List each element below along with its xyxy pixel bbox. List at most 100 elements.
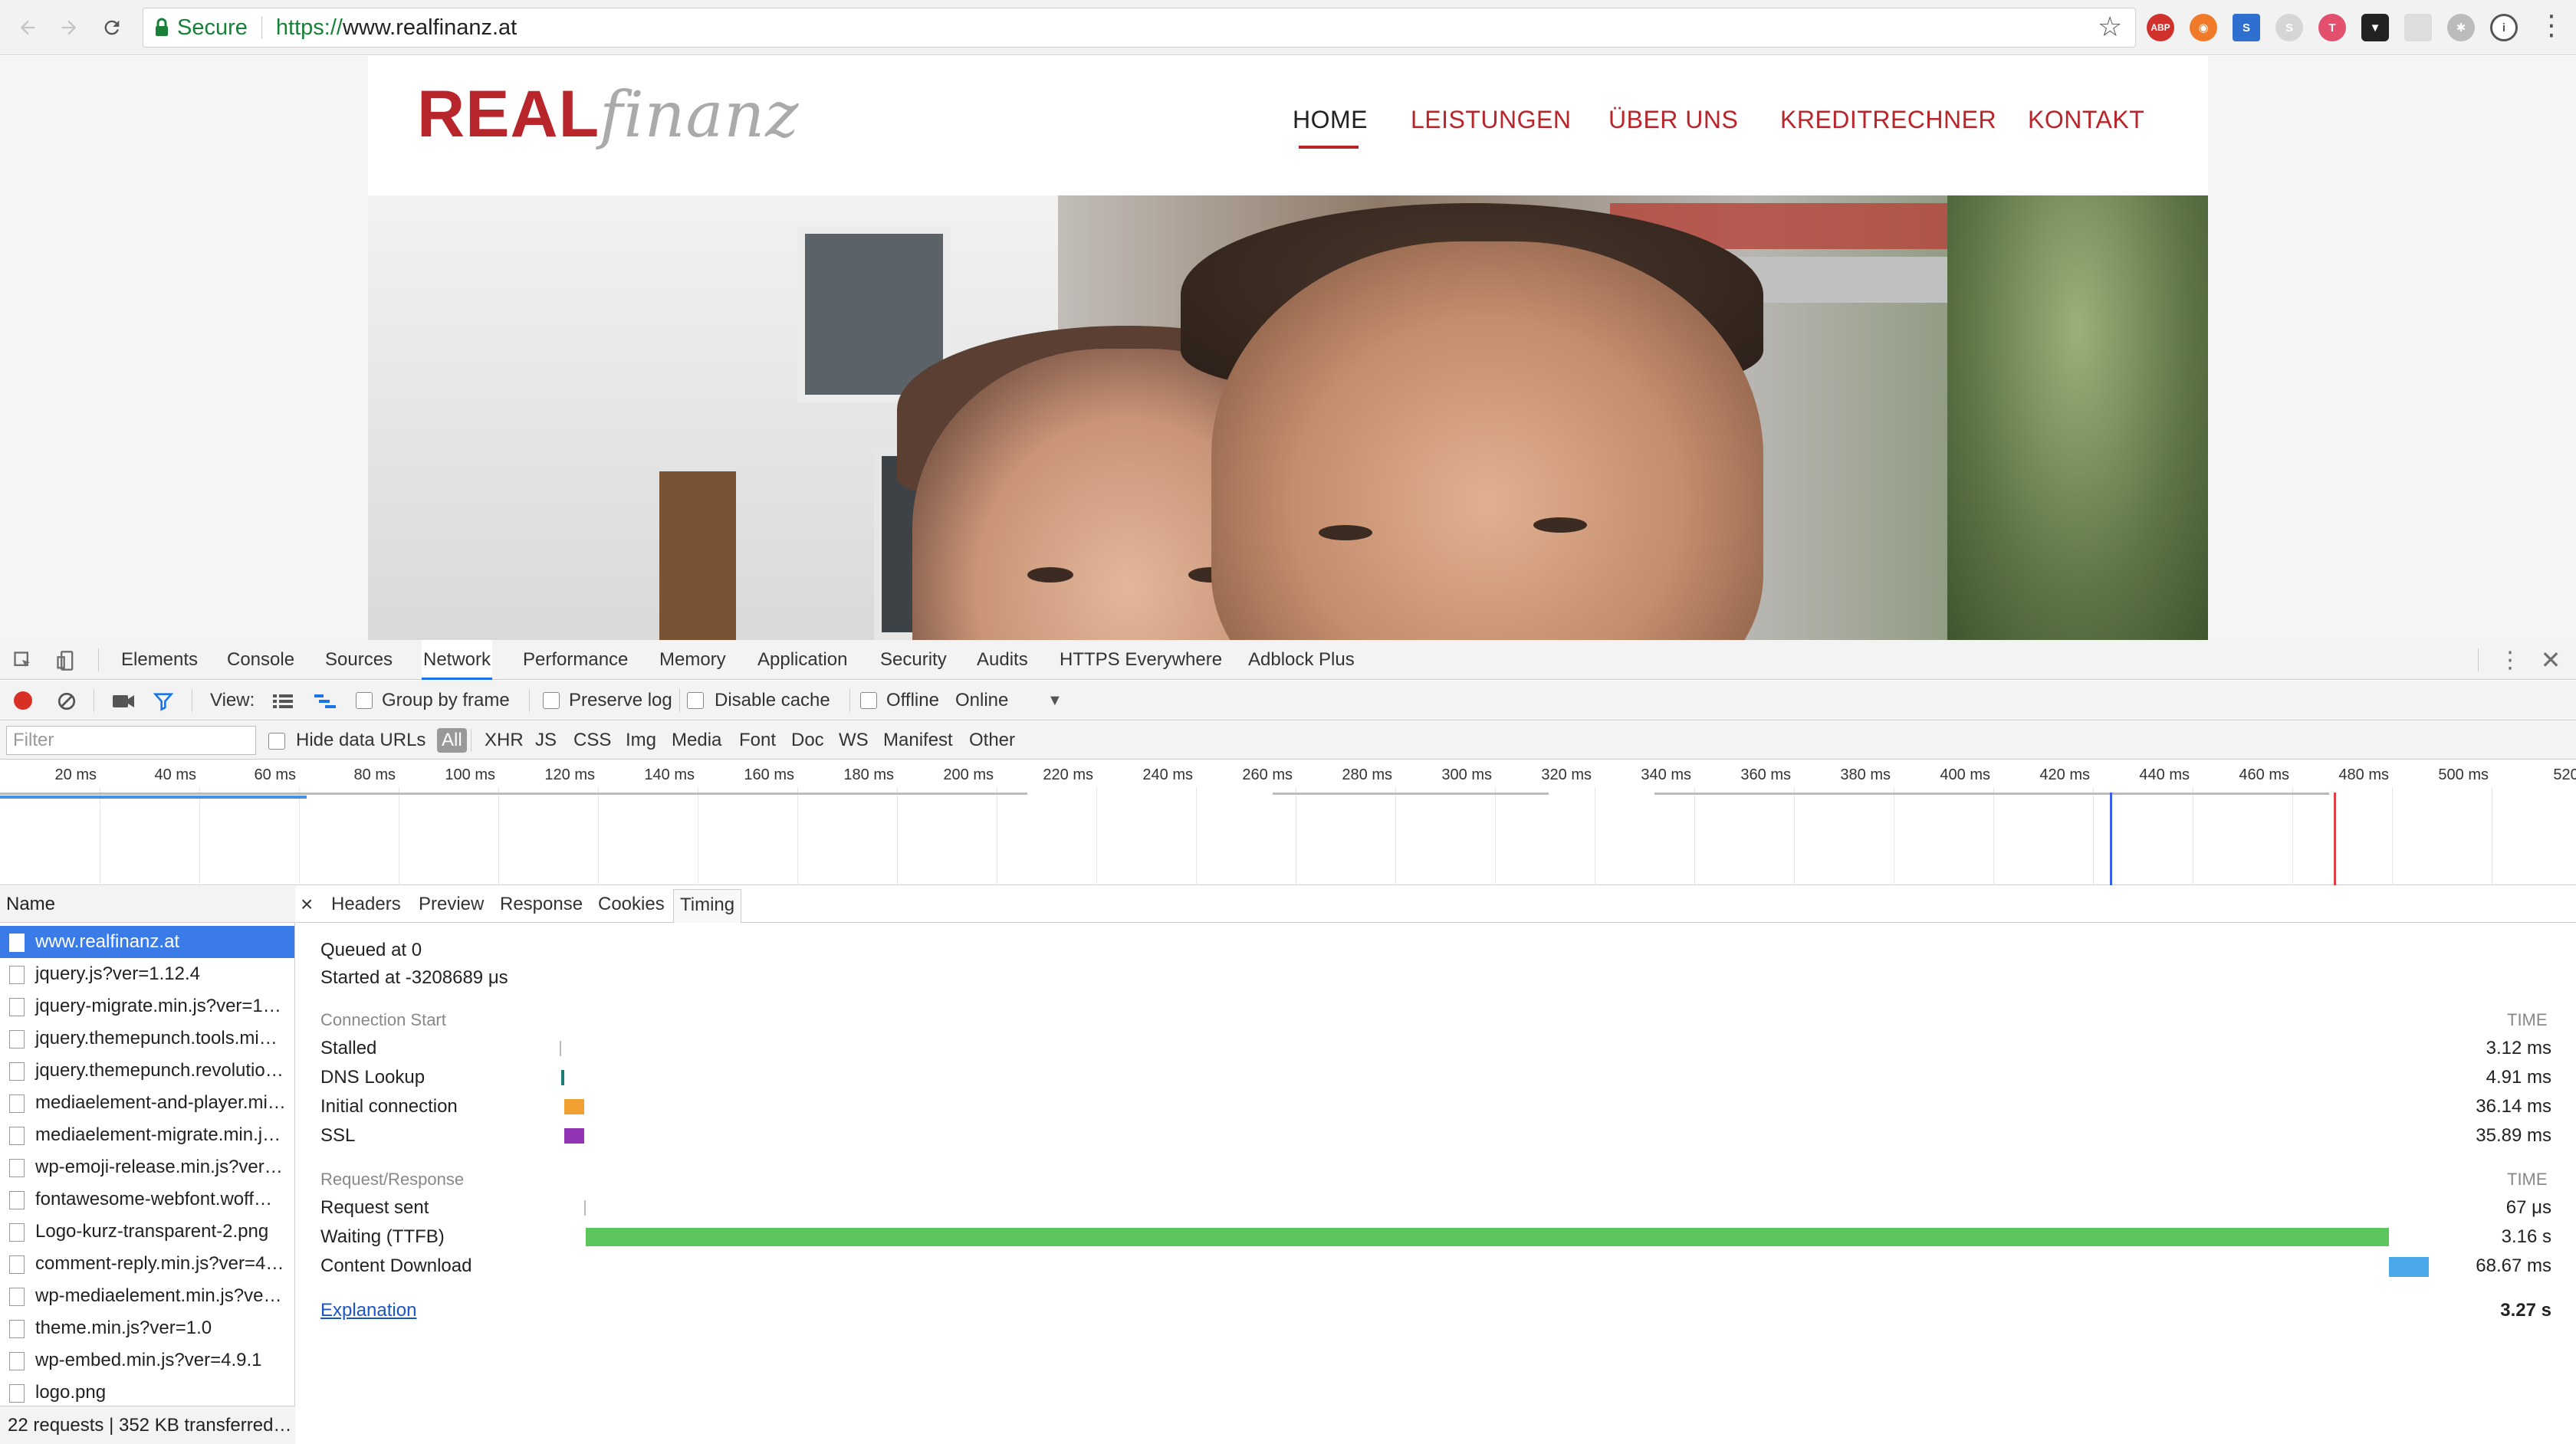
tab-preview[interactable]: Preview	[419, 886, 484, 923]
request-row[interactable]: jquery.js?ver=1.12.4	[0, 958, 294, 990]
tab-performance[interactable]: Performance	[521, 640, 629, 680]
throttling-dropdown-icon[interactable]: ▼	[1047, 692, 1063, 710]
inspect-element-icon[interactable]	[11, 648, 35, 673]
logo-bold-text: REAL	[417, 77, 600, 151]
overview-gridline	[1794, 787, 1795, 885]
back-button[interactable]	[11, 11, 44, 44]
request-name: comment-reply.min.js?ver=4…	[35, 1253, 284, 1274]
ssl-label: SSL	[320, 1125, 356, 1146]
record-icon[interactable]	[14, 691, 32, 710]
tab-headers[interactable]: Headers	[331, 886, 401, 923]
explanation-link[interactable]: Explanation	[320, 1300, 416, 1321]
fox-extension-icon[interactable]: ▼	[2361, 14, 2389, 41]
info-extension-icon[interactable]: i	[2490, 14, 2518, 41]
group-by-frame-checkbox[interactable]	[356, 692, 373, 709]
address-bar[interactable]: Secure https:// www.realfinanz.at	[143, 8, 2136, 48]
nav-leistungen[interactable]: LEISTUNGEN	[1411, 106, 1571, 134]
overview-tick-label: 120 ms	[544, 766, 595, 783]
adblock-plus-icon[interactable]: ABP	[2147, 14, 2174, 41]
filter-type-other[interactable]: Other	[969, 721, 1015, 760]
name-column-header[interactable]: Name	[0, 886, 295, 923]
close-detail-icon[interactable]: ×	[301, 886, 313, 923]
hide-data-urls-label: Hide data URLs	[296, 730, 426, 750]
disable-cache-checkbox[interactable]	[687, 692, 704, 709]
bookmark-star-icon[interactable]: ☆	[2098, 11, 2122, 43]
waterfall-view-icon[interactable]	[313, 690, 339, 713]
tab-elements[interactable]: Elements	[120, 640, 199, 680]
time-column-header-2: TIME	[2507, 1170, 2548, 1189]
filter-type-manifest[interactable]: Manifest	[883, 721, 953, 760]
skype-extension-icon[interactable]: S	[2275, 14, 2303, 41]
nav-kreditrechner[interactable]: KREDITRECHNER	[1780, 106, 1996, 134]
overview-tick-label: 220 ms	[1043, 766, 1093, 783]
reload-button[interactable]	[95, 11, 129, 44]
tab-audits[interactable]: Audits	[975, 640, 1030, 680]
request-row[interactable]: logo.png	[0, 1377, 294, 1409]
tab-application[interactable]: Application	[756, 640, 849, 680]
throttling-select[interactable]: Online	[955, 681, 1008, 720]
site-logo[interactable]: REALfinanz	[417, 81, 799, 147]
request-row[interactable]: wp-emoji-release.min.js?ver…	[0, 1151, 294, 1183]
t-extension-icon[interactable]: T	[2318, 14, 2346, 41]
request-row[interactable]: comment-reply.min.js?ver=4…	[0, 1248, 294, 1280]
filter-type-all[interactable]: All	[437, 728, 467, 753]
chrome-menu-icon[interactable]: ⋮	[2538, 9, 2565, 41]
tab-https-everywhere[interactable]: HTTPS Everywhere	[1058, 640, 1224, 680]
gear-extension-icon[interactable]: ✱	[2447, 14, 2475, 41]
filter-type-doc[interactable]: Doc	[791, 721, 824, 760]
request-row[interactable]: fontawesome-webfont.woff…	[0, 1183, 294, 1216]
tab-cookies[interactable]: Cookies	[598, 886, 665, 923]
request-row[interactable]: jquery.themepunch.tools.mi…	[0, 1022, 294, 1055]
devtools-menu-icon[interactable]: ⋮	[2498, 647, 2522, 673]
device-toolbar-icon[interactable]	[54, 648, 78, 673]
filter-funnel-icon[interactable]	[152, 690, 175, 713]
tab-console[interactable]: Console	[225, 640, 296, 680]
request-row[interactable]: mediaelement-and-player.mi…	[0, 1087, 294, 1119]
filter-type-media[interactable]: Media	[672, 721, 721, 760]
offline-checkbox[interactable]	[860, 692, 877, 709]
filter-type-css[interactable]: CSS	[573, 721, 611, 760]
request-name: wp-mediaelement.min.js?ve…	[35, 1285, 282, 1306]
tab-adblock-plus[interactable]: Adblock Plus	[1247, 640, 1356, 680]
clear-icon[interactable]	[55, 690, 78, 713]
overview-tick-label: 300 ms	[1441, 766, 1492, 783]
filter-type-img[interactable]: Img	[626, 721, 656, 760]
overview-tick-label: 480 ms	[2338, 766, 2389, 783]
forward-button[interactable]	[52, 11, 86, 44]
tab-memory[interactable]: Memory	[658, 640, 728, 680]
tab-response[interactable]: Response	[500, 886, 583, 923]
request-row[interactable]: jquery.themepunch.revolutio…	[0, 1055, 294, 1087]
request-row[interactable]: theme.min.js?ver=1.0	[0, 1312, 294, 1344]
s-extension-icon[interactable]: S	[2233, 14, 2260, 41]
request-row[interactable]: wp-mediaelement.min.js?ve…	[0, 1280, 294, 1312]
nav-home[interactable]: HOME	[1293, 106, 1368, 134]
request-name: jquery-migrate.min.js?ver=1…	[35, 996, 281, 1016]
tab-network[interactable]: Network	[422, 640, 493, 680]
request-row[interactable]: jquery-migrate.min.js?ver=1…	[0, 990, 294, 1022]
filter-type-ws[interactable]: WS	[839, 721, 869, 760]
hero-image	[368, 195, 2208, 640]
hide-data-urls-checkbox[interactable]	[268, 733, 285, 750]
request-row[interactable]: Logo-kurz-transparent-2.png	[0, 1216, 294, 1248]
request-row[interactable]: mediaelement-migrate.min.j…	[0, 1119, 294, 1151]
filter-type-xhr[interactable]: XHR	[485, 721, 524, 760]
request-row[interactable]: www.realfinanz.at	[0, 926, 294, 958]
nav-ueber-uns[interactable]: ÜBER UNS	[1608, 106, 1738, 134]
file-icon	[9, 966, 25, 984]
request-row[interactable]: wp-embed.min.js?ver=4.9.1	[0, 1344, 294, 1377]
screenshot-camera-icon[interactable]	[110, 690, 136, 713]
tab-sources[interactable]: Sources	[324, 640, 394, 680]
overview-tick-label: 60 ms	[254, 766, 296, 783]
overview-gridline	[1196, 787, 1197, 885]
filter-type-js[interactable]: JS	[535, 721, 557, 760]
reddit-extension-icon[interactable]: ◉	[2190, 14, 2217, 41]
tab-timing[interactable]: Timing	[673, 889, 742, 923]
grid-extension-icon[interactable]	[2404, 14, 2432, 41]
preserve-log-checkbox[interactable]	[543, 692, 560, 709]
tab-security[interactable]: Security	[879, 640, 948, 680]
filter-type-font[interactable]: Font	[739, 721, 776, 760]
devtools-close-icon[interactable]: ✕	[2538, 646, 2564, 674]
large-rows-icon[interactable]	[271, 690, 294, 713]
nav-kontakt[interactable]: KONTAKT	[2028, 106, 2144, 134]
filter-input[interactable]: Filter	[6, 726, 256, 755]
